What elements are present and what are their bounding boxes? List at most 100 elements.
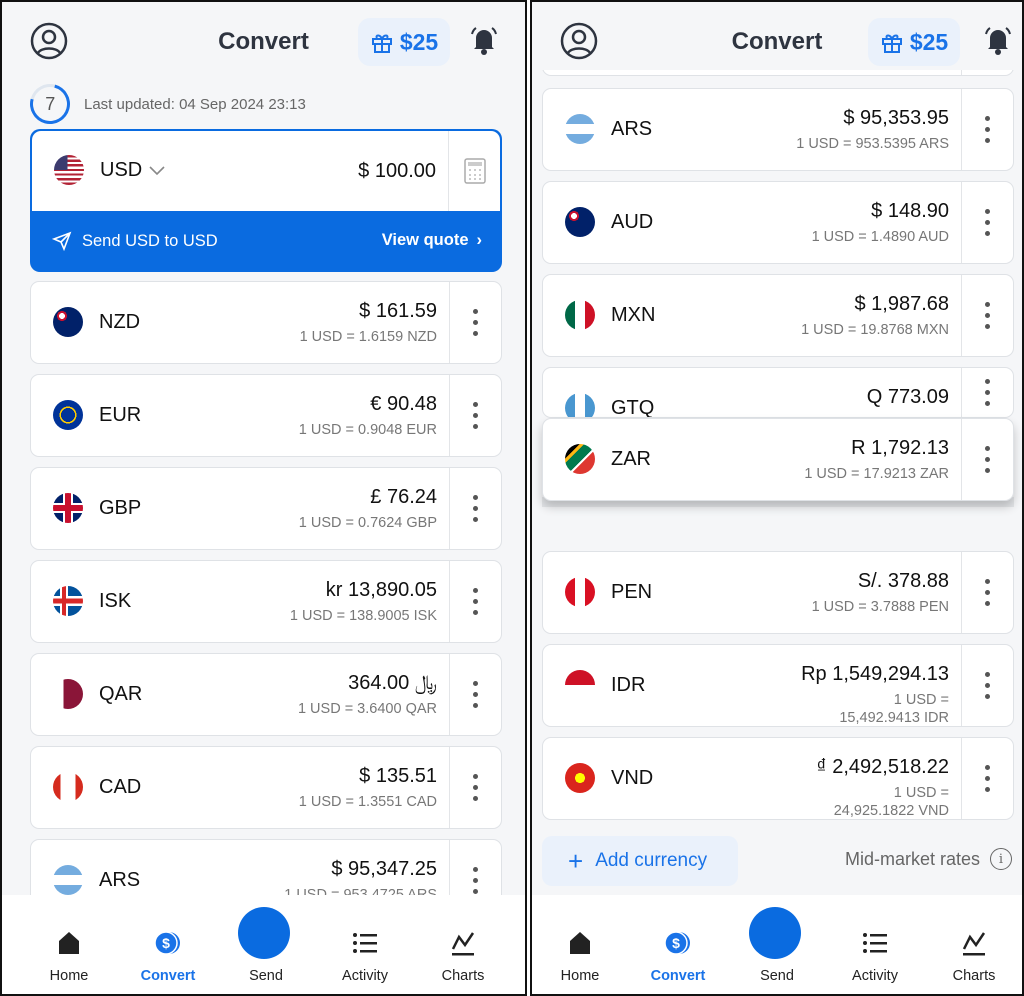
converted-amount[interactable]: ₫ 2,492,518.22 — [816, 756, 949, 779]
svg-text:$: $ — [162, 935, 170, 951]
more-options-button[interactable] — [449, 561, 501, 642]
flag-eu-icon — [53, 400, 83, 430]
view-quote-link[interactable]: View quote › — [382, 231, 482, 250]
currency-row-aud[interactable]: AUD $ 148.90 1 USD = 1.4890 AUD — [542, 181, 1014, 264]
currency-code: EUR — [99, 404, 142, 426]
gift-icon — [371, 34, 392, 53]
rewards-button[interactable]: $25 — [868, 18, 960, 66]
currency-row-pen[interactable]: PEN S/. 378.88 1 USD = 3.7888 PEN — [542, 551, 1014, 634]
more-options-button[interactable] — [961, 89, 1013, 170]
nav-label: Activity — [852, 968, 898, 984]
exchange-rate: 1 USD = 953.5395 ARS — [796, 136, 949, 152]
more-options-button[interactable] — [961, 275, 1013, 356]
currency-code: GBP — [99, 497, 142, 519]
converted-amount[interactable]: S/. 378.88 — [858, 570, 949, 593]
nav-activity[interactable]: Activity — [325, 895, 405, 994]
nav-charts[interactable]: Charts — [423, 895, 503, 994]
converted-amount[interactable]: € 90.48 — [370, 393, 437, 416]
currency-row-mxn[interactable]: MXN $ 1,987.68 1 USD = 19.8768 MXN — [542, 274, 1014, 357]
nav-label: Convert — [650, 968, 706, 984]
converted-amount[interactable]: $ 95,347.25 — [331, 858, 437, 881]
right-screen: Convert $25 ARS $ 95,353.95 1 USD = 953.… — [530, 0, 1024, 996]
bell-icon[interactable] — [468, 24, 500, 56]
calculator-button[interactable] — [448, 131, 500, 211]
calculator-icon — [463, 158, 486, 184]
currency-row-vnd[interactable]: VND ₫ 2,492,518.22 1 USD = 24,925.1822 V… — [542, 737, 1014, 820]
currency-row-cad[interactable]: CAD $ 135.51 1 USD = 1.3551 CAD — [30, 746, 502, 829]
bell-icon[interactable] — [982, 24, 1014, 56]
nav-charts[interactable]: Charts — [934, 895, 1014, 994]
home-icon — [59, 932, 79, 954]
flag-za-icon — [565, 444, 595, 474]
flag-id-icon — [565, 670, 595, 700]
more-options-button[interactable] — [961, 419, 1013, 500]
currency-row-ars[interactable]: ARS $ 95,353.95 1 USD = 953.5395 ARS — [542, 88, 1014, 171]
nav-home[interactable]: Home — [29, 895, 109, 994]
more-options-button[interactable] — [449, 375, 501, 456]
exchange-rate: 1 USD = 3.6400 QAR — [297, 701, 437, 717]
flag-ca-icon — [53, 772, 83, 802]
currency-code: ARS — [99, 869, 141, 891]
base-currency-card: USD $ 100.00 Send USD to USD View quote › — [30, 129, 502, 272]
more-options-button[interactable] — [961, 368, 1013, 417]
nav-label: Send — [249, 968, 283, 984]
more-options-button[interactable] — [961, 645, 1013, 726]
currency-row-gtq[interactable]: GTQ Q 773.09 — [542, 367, 1014, 418]
send-plane-icon — [52, 231, 72, 251]
converted-amount[interactable]: kr 13,890.05 — [326, 579, 437, 602]
currency-row-idr[interactable]: IDR Rp 1,549,294.13 1 USD = 15,492.9413 … — [542, 644, 1014, 727]
converted-amount[interactable]: $ 148.90 — [871, 200, 949, 223]
converted-amount[interactable]: $ 161.59 — [359, 300, 437, 323]
currency-code: VND — [611, 767, 654, 789]
nav-send[interactable]: Send — [737, 895, 817, 994]
currency-code: IDR — [611, 674, 646, 696]
charts-icon — [962, 932, 986, 956]
send-arrow-icon — [749, 907, 814, 981]
currency-row-zar[interactable]: ZAR R 1,792.13 1 USD = 17.9213 ZAR — [542, 418, 1014, 501]
info-icon: i — [990, 848, 1012, 870]
currency-code: PEN — [611, 581, 653, 603]
base-currency-selector[interactable]: USD — [100, 159, 166, 182]
nav-label: Charts — [952, 968, 996, 984]
add-currency-button[interactable]: + Add currency — [542, 836, 738, 886]
send-button[interactable]: Send USD to USD — [52, 231, 218, 251]
refresh-countdown[interactable]: 7 — [22, 76, 78, 132]
converted-amount[interactable]: £ 76.24 — [370, 486, 437, 509]
nav-label: Send — [760, 968, 794, 984]
flag-vn-icon — [565, 763, 595, 793]
more-options-button[interactable] — [449, 468, 501, 549]
currency-row-gbp[interactable]: GBP £ 76.24 1 USD = 0.7624 GBP — [30, 467, 502, 550]
converted-amount[interactable]: 364.00 ﷼ — [348, 672, 437, 695]
nav-convert[interactable]: $ Convert — [128, 895, 208, 994]
more-options-button[interactable] — [961, 182, 1013, 263]
more-options-button[interactable] — [449, 654, 501, 735]
currency-code: ISK — [99, 590, 132, 612]
nav-send[interactable]: Send — [226, 895, 306, 994]
nav-convert[interactable]: $ Convert — [638, 895, 718, 994]
refresh-status: 7 Last updated: 04 Sep 2024 23:13 — [22, 76, 306, 132]
more-options-button[interactable] — [961, 738, 1013, 819]
mid-market-rates-info[interactable]: Mid-market rates i — [845, 848, 1012, 870]
exchange-rate: 1 USD = 3.7888 PEN — [811, 599, 949, 615]
converted-amount[interactable]: $ 95,353.95 — [843, 107, 949, 130]
converted-amount[interactable]: $ 135.51 — [359, 765, 437, 788]
currency-row-eur[interactable]: EUR € 90.48 1 USD = 0.9048 EUR — [30, 374, 502, 457]
more-options-button[interactable] — [449, 282, 501, 363]
currency-row-qar[interactable]: QAR 364.00 ﷼ 1 USD = 3.6400 QAR — [30, 653, 502, 736]
nav-home[interactable]: Home — [540, 895, 620, 994]
currency-code: ARS — [611, 118, 653, 140]
converted-amount[interactable]: Q 773.09 — [867, 386, 949, 409]
base-amount-input[interactable]: $ 100.00 — [358, 160, 436, 183]
reward-amount: $25 — [909, 28, 949, 55]
currency-row-isk[interactable]: ISK kr 13,890.05 1 USD = 138.9005 ISK — [30, 560, 502, 643]
converted-amount[interactable]: Rp 1,549,294.13 — [801, 663, 949, 686]
currency-row-nzd[interactable]: NZD $ 161.59 1 USD = 1.6159 NZD — [30, 281, 502, 364]
converted-amount[interactable]: R 1,792.13 — [851, 437, 949, 460]
nav-activity[interactable]: Activity — [835, 895, 915, 994]
flag-gt-icon — [565, 393, 595, 417]
converted-amount[interactable]: $ 1,987.68 — [854, 293, 949, 316]
more-options-button[interactable] — [449, 747, 501, 828]
convert-dollar-icon: $ — [664, 931, 690, 955]
rewards-button[interactable]: $25 — [358, 18, 450, 66]
more-options-button[interactable] — [961, 552, 1013, 633]
